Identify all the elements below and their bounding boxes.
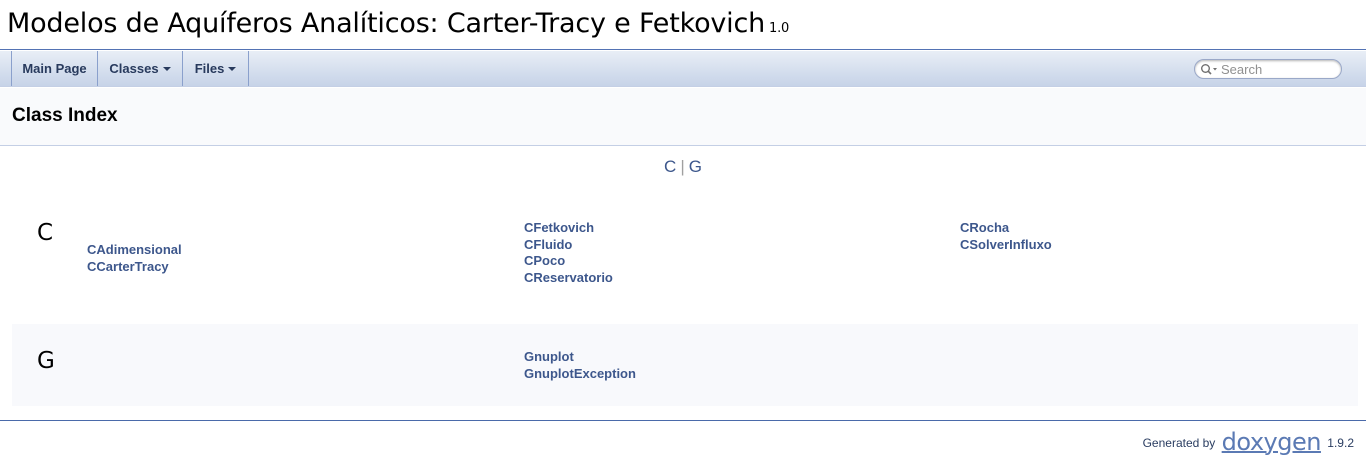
page-title: Class Index bbox=[12, 105, 118, 126]
class-link[interactable]: CCarterTracy bbox=[87, 259, 182, 276]
nav-files-label: Files bbox=[194, 61, 225, 76]
footer-divider bbox=[0, 420, 1366, 421]
class-column: CFetkovich CFluido CPoco CReservatorio bbox=[524, 220, 613, 286]
project-name: Modelos de Aquíferos Analíticos: Carter-… bbox=[7, 8, 789, 39]
footer-version: 1.9.2 bbox=[1327, 436, 1354, 451]
section-letter: C bbox=[37, 220, 54, 246]
letter-index-g[interactable]: G bbox=[689, 157, 702, 176]
nav-main-page[interactable]: Main Page bbox=[11, 51, 98, 86]
class-link[interactable]: CFetkovich bbox=[524, 220, 613, 237]
class-link[interactable]: Gnuplot bbox=[524, 349, 636, 366]
chevron-down-icon bbox=[228, 66, 237, 71]
class-column: CAdimensional CCarterTracy bbox=[87, 242, 182, 275]
footer: Generated by doxygen 1.9.2 bbox=[1142, 428, 1354, 458]
title-area: Modelos de Aquíferos Analíticos: Carter-… bbox=[0, 0, 1366, 50]
class-section-g: G Gnuplot GnuplotException bbox=[12, 324, 1358, 406]
class-link[interactable]: CReservatorio bbox=[524, 270, 613, 287]
search-input[interactable] bbox=[1221, 62, 1336, 77]
letter-index-c[interactable]: C bbox=[664, 157, 676, 176]
class-link[interactable]: CPoco bbox=[524, 253, 613, 270]
nav-main-page-label: Main Page bbox=[22, 61, 87, 76]
nav-classes[interactable]: Classes bbox=[98, 51, 183, 86]
chevron-down-icon bbox=[162, 66, 171, 71]
class-section-c: C CAdimensional CCarterTracy CFetkovich … bbox=[12, 200, 1358, 318]
project-number: 1.0 bbox=[769, 21, 790, 36]
class-link[interactable]: GnuplotException bbox=[524, 366, 636, 383]
nav-files[interactable]: Files bbox=[183, 51, 249, 86]
letter-index-separator: | bbox=[680, 157, 685, 176]
section-letter: G bbox=[37, 348, 55, 374]
class-link[interactable]: CFluido bbox=[524, 237, 613, 254]
page-header: Class Index bbox=[0, 88, 1366, 146]
search-box[interactable] bbox=[1194, 59, 1342, 79]
class-column: CRocha CSolverInfluxo bbox=[960, 220, 1052, 253]
project-name-text: Modelos de Aquíferos Analíticos: Carter-… bbox=[7, 8, 766, 39]
nav-classes-label: Classes bbox=[109, 61, 159, 76]
letter-index: C | G bbox=[0, 157, 1366, 177]
search-icon[interactable] bbox=[1200, 63, 1220, 76]
class-link[interactable]: CSolverInfluxo bbox=[960, 237, 1052, 254]
class-column: Gnuplot GnuplotException bbox=[524, 349, 636, 382]
doxygen-logo-link[interactable]: doxygen bbox=[1222, 428, 1322, 456]
class-link[interactable]: CRocha bbox=[960, 220, 1052, 237]
class-link[interactable]: CAdimensional bbox=[87, 242, 182, 259]
nav-bar: Main Page Classes Files bbox=[0, 51, 1366, 87]
footer-generated-by: Generated by bbox=[1142, 436, 1216, 451]
